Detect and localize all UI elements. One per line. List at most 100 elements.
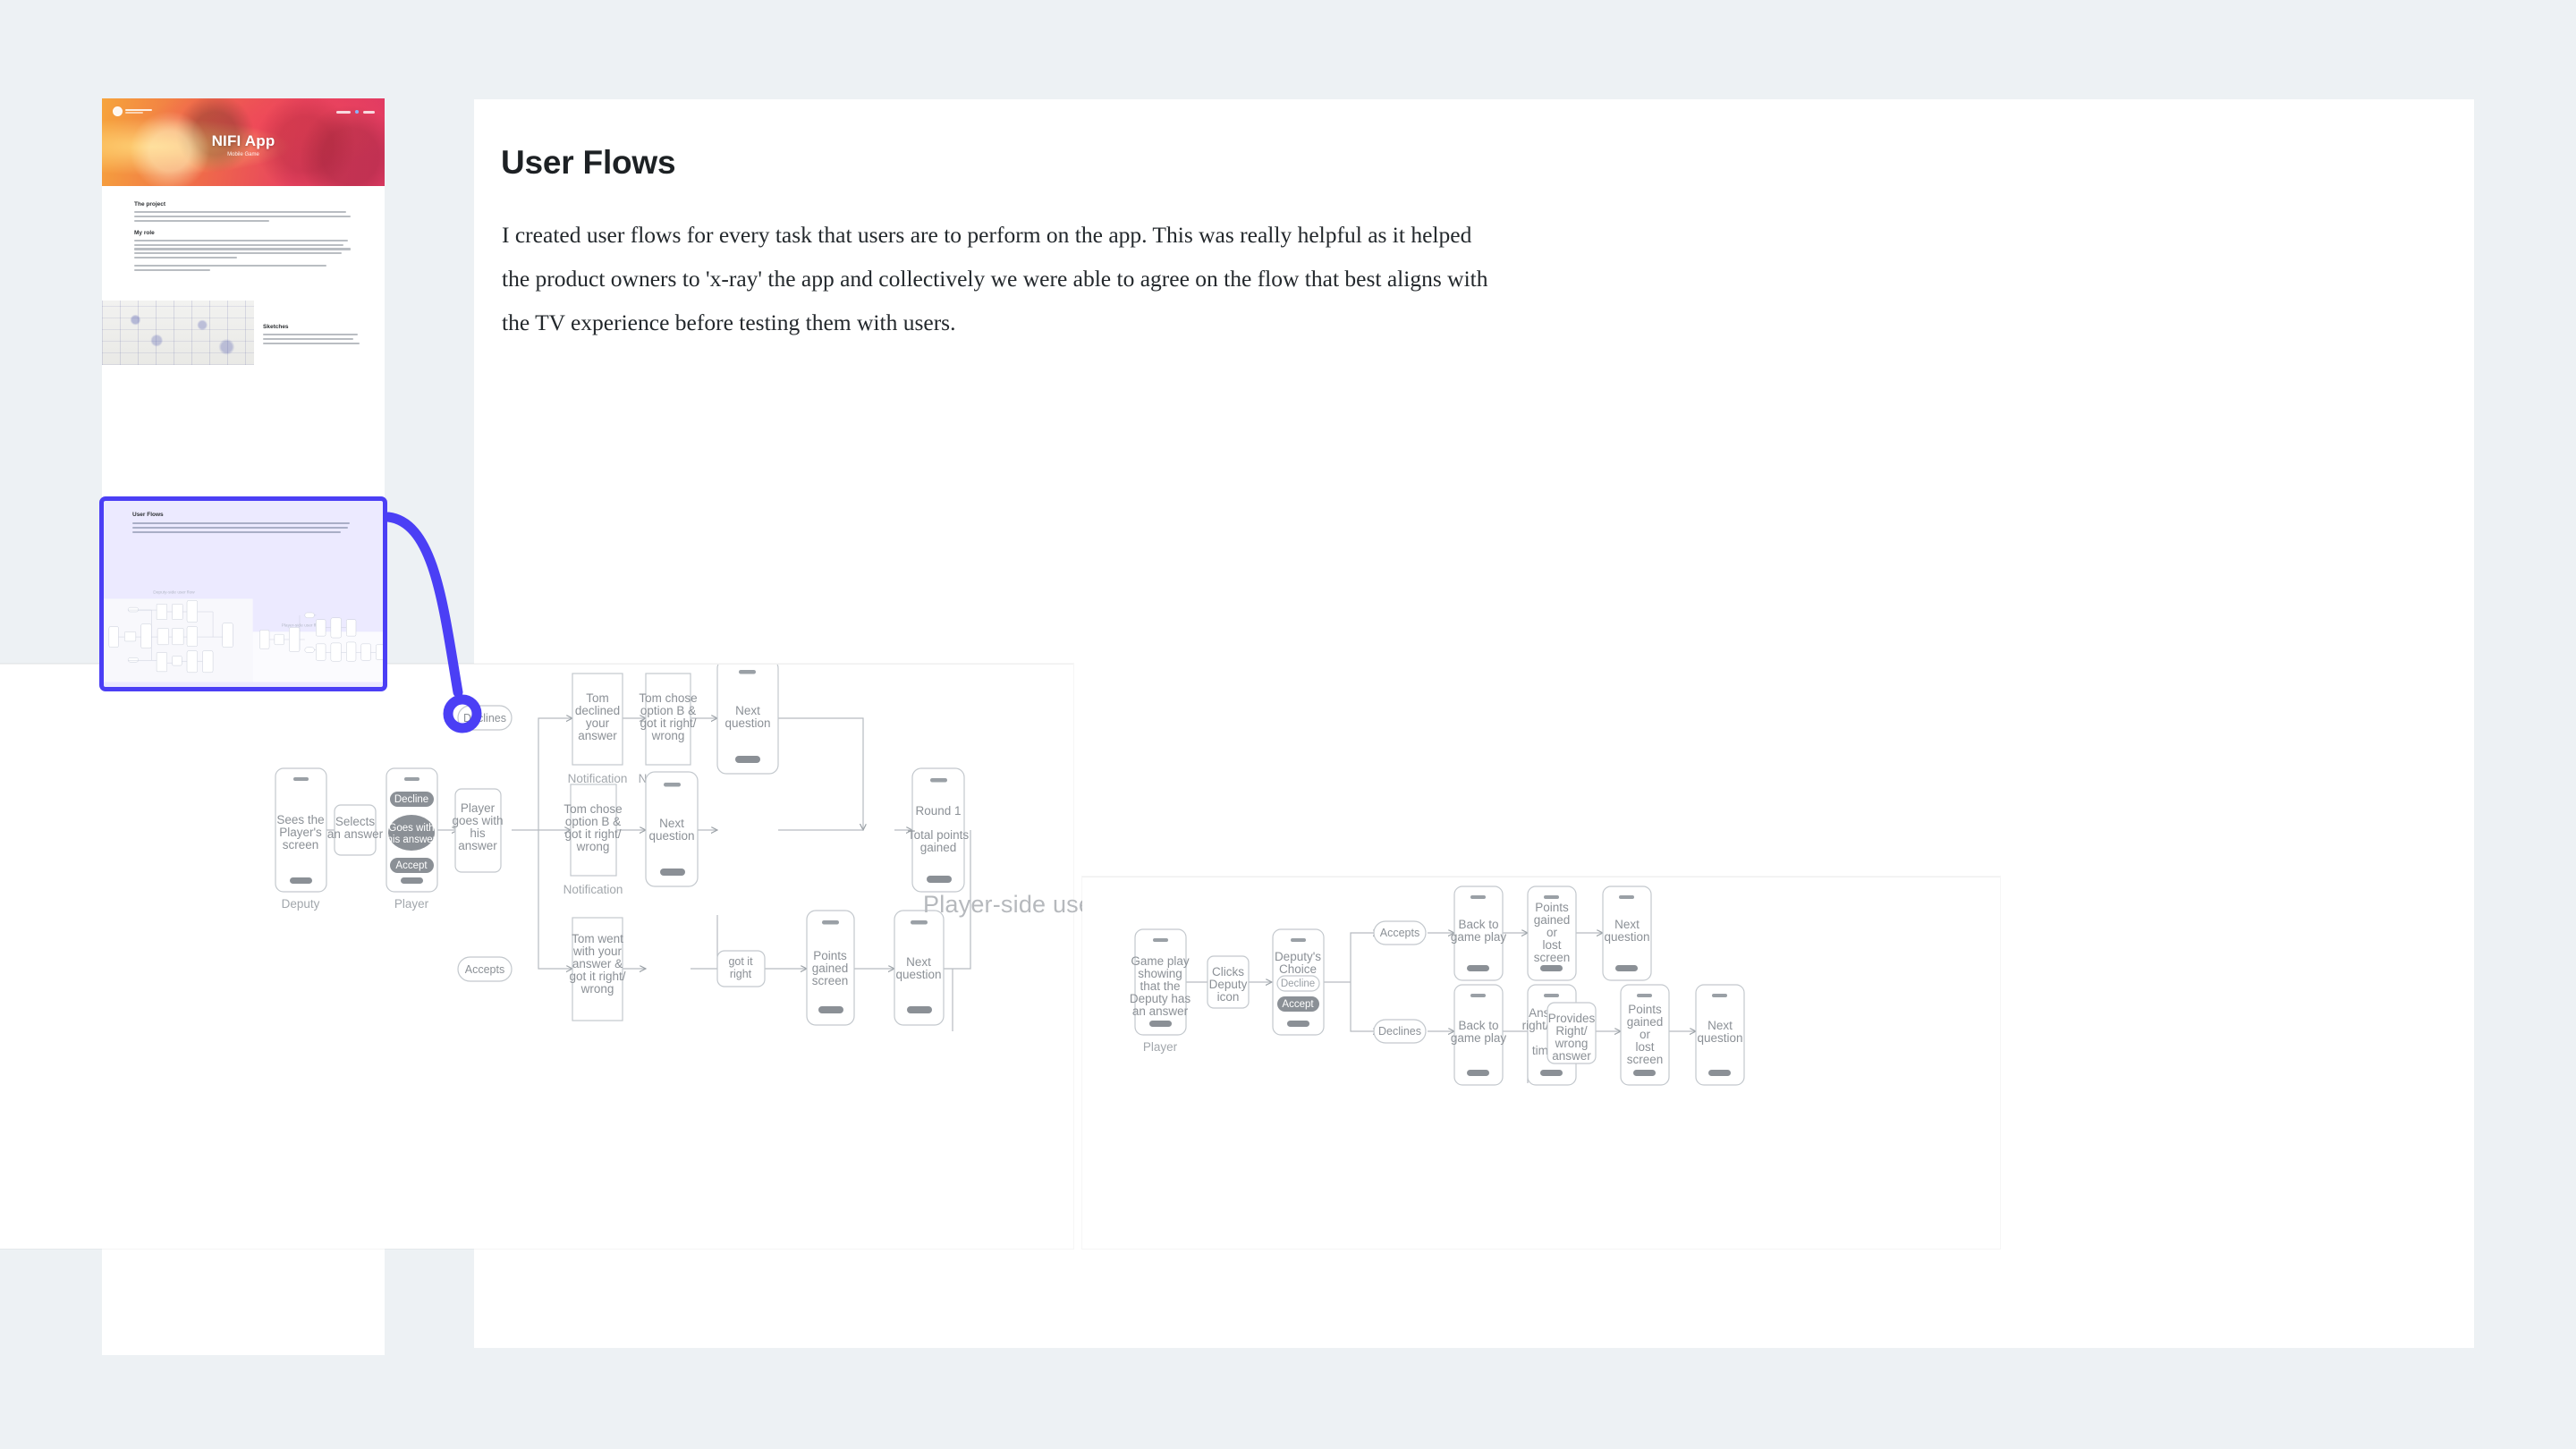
node-text-line: Next — [1614, 918, 1640, 931]
node-text-line: Next — [1707, 1019, 1733, 1032]
node-text-line: answer — [578, 729, 617, 742]
node-text-line: lost — [1635, 1040, 1654, 1054]
thumbnail-flow-diagram: Deputy-side user flow Player-side user f… — [104, 590, 383, 682]
flow-node-phone: Next question — [645, 771, 699, 887]
flow-node-phone: Points gained screen — [806, 910, 855, 1026]
selected-section-heading: User Flows — [132, 512, 164, 518]
flow-node-notification: Tom declined your answer Notification — [568, 673, 628, 785]
node-text-line: got it right/ — [640, 716, 696, 730]
node-text-line: Deputy's — [1275, 950, 1321, 963]
node-text-line: game play — [1451, 930, 1507, 944]
node-text-line: Next — [906, 955, 931, 969]
sketches-image — [102, 301, 254, 366]
mini-deputy-heading: Deputy-side user flow — [153, 590, 195, 596]
node-text-line: question — [895, 968, 941, 981]
menu-icon — [336, 110, 375, 114]
node-caption: Notification — [568, 772, 628, 785]
node-text-line: gained — [812, 962, 849, 975]
node-text-line: that the — [1140, 979, 1180, 993]
branch-label: Declines — [1378, 1025, 1421, 1038]
thumbnail-hero-banner: NIFI App Mobile Game — [102, 98, 385, 186]
branch-label: got it — [728, 955, 753, 968]
node-text-line: Round 1 — [915, 804, 961, 818]
flow-node-phone: Points gained or lost screen — [1620, 984, 1670, 1086]
node-text-line: wrong — [576, 840, 610, 853]
branch-label: Declines — [463, 712, 506, 724]
node-text-line: gained — [1534, 913, 1571, 927]
node-text-line: Back to — [1458, 918, 1498, 931]
flow-node-phone: Back to game play — [1451, 984, 1507, 1086]
node-text-line: game play — [1451, 1031, 1507, 1045]
branch-label: Accepts — [1380, 927, 1419, 939]
node-caption: Notification — [564, 883, 623, 896]
flow-node-phone: Sees the Player's screen Deputy — [275, 767, 327, 911]
node-text-line: Points — [1628, 1003, 1662, 1016]
node-text-line: icon — [1217, 990, 1240, 1004]
node-text-line: an answer — [327, 827, 384, 841]
deputy-flow-panel: Sees the Player's screen Deputy Selects … — [0, 664, 1073, 1249]
node-button-label: Accept — [1282, 999, 1314, 1010]
node-text-line: Tom chose — [564, 802, 622, 816]
node-button-label: Accept — [395, 860, 428, 871]
selected-section-paragraph — [132, 522, 354, 533]
flow-node-phone: Next question — [1602, 886, 1652, 981]
node-text-line: answer & — [572, 957, 623, 970]
node-text-line: Next — [659, 817, 684, 830]
node-text-line: Choice — [1279, 962, 1317, 976]
selected-section-highlight[interactable]: User Flows Deputy-side user flow Player-… — [99, 496, 387, 691]
node-text-line: answer — [458, 839, 497, 852]
node-text-line: declined — [575, 704, 620, 717]
flow-node-phone: Round 1 Total points gained — [908, 767, 969, 893]
node-text-line: wrong — [580, 982, 614, 996]
node-text-line: goes with — [452, 814, 503, 827]
hero-title: NIFI App — [211, 132, 275, 149]
node-text-line: or — [1640, 1028, 1651, 1041]
node-text-line: Points — [1535, 901, 1569, 914]
node-caption: Player — [1143, 1040, 1178, 1054]
node-text-line: Points — [813, 949, 847, 962]
flow-node-action: Player goes with his answer — [452, 788, 504, 873]
node-text-line: gained — [1627, 1015, 1664, 1029]
portrait-logo-icon — [113, 106, 152, 116]
node-text-line: Tom chose — [639, 691, 697, 705]
hero-subtitle: Mobile Game — [227, 152, 259, 157]
node-button-label: his answer — [387, 835, 436, 845]
node-text-line: Back to — [1458, 1019, 1498, 1032]
node-text-line: screen — [1534, 951, 1571, 964]
section-paragraph — [134, 211, 352, 222]
node-button-label: Goes with — [388, 823, 434, 834]
node-caption: Deputy — [282, 897, 320, 911]
deputy-flow-diagram: Sees the Player's screen Deputy Selects … — [275, 665, 971, 1031]
flow-node-phone: Back to game play — [1451, 886, 1507, 981]
player-flow-diagram: Game play showing that the Deputy has an… — [1130, 886, 1745, 1086]
node-text-line: Selects — [335, 815, 376, 828]
flow-node-phone: Decline Goes with his answer Accept Play… — [386, 767, 438, 911]
flow-branch-pill: Declines — [1373, 1019, 1427, 1044]
node-text-line: Tom went — [572, 932, 623, 945]
node-text-line: your — [586, 716, 610, 730]
section-heading: The project — [134, 201, 166, 208]
node-text-line: got it right/ — [569, 970, 625, 983]
node-text-line: Right/ — [1555, 1024, 1588, 1038]
node-text-line: or — [1546, 926, 1558, 939]
flow-branch-pill: Accepts — [1373, 920, 1427, 945]
node-text-line: Next — [735, 704, 760, 717]
section-heading: My role — [134, 229, 155, 236]
branch-label: Accepts — [465, 963, 504, 976]
node-text-line: Clicks — [1212, 965, 1244, 979]
section-paragraph — [263, 334, 361, 344]
flow-node-notification: Tom chose option B & got it right/ wrong… — [564, 784, 623, 896]
node-text-line: Game play — [1131, 954, 1190, 968]
node-text-line: showing — [1138, 967, 1182, 980]
flow-node-phone: Next question — [1695, 984, 1745, 1086]
flow-node-phone: Deputy's Choice Decline Accept — [1272, 928, 1325, 1036]
flow-node-phone: Next question — [716, 665, 779, 775]
node-text-line: question — [1604, 930, 1649, 944]
node-text-line: got it right/ — [564, 827, 621, 841]
flow-node-action: Provides Right/ wrong answer — [1546, 1002, 1597, 1064]
node-text-line: Sees the — [276, 813, 324, 826]
flow-branch-pill: got it right — [716, 950, 766, 987]
thumbnail-section-project: The project My role — [102, 186, 385, 272]
flow-node-action: Selects an answer — [327, 804, 384, 856]
thumbnail-section-sketches: Sketches — [102, 277, 385, 366]
